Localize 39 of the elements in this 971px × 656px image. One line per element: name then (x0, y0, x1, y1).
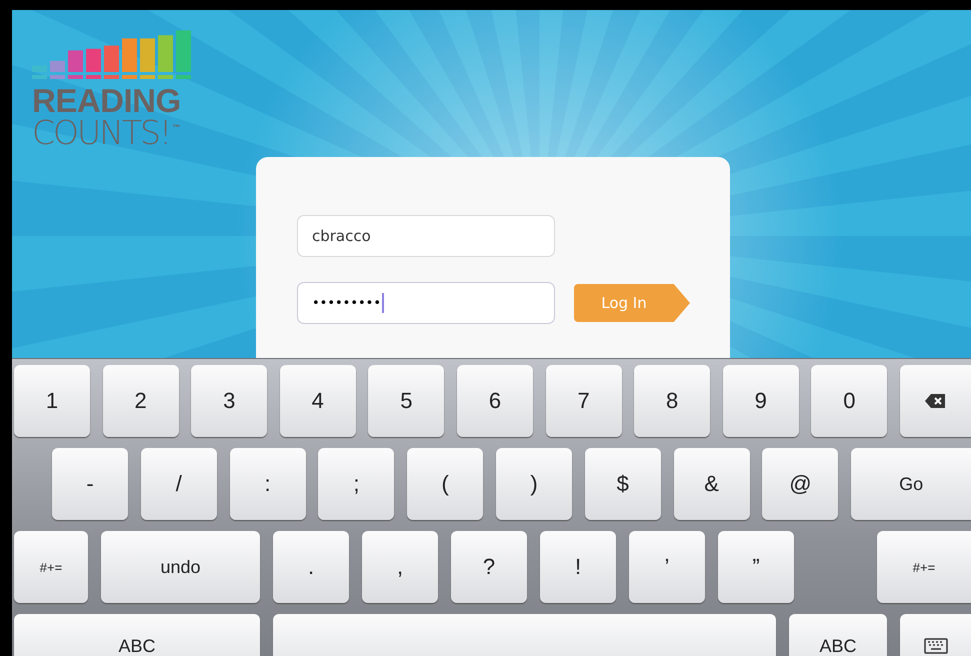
key[interactable]: ) (496, 448, 572, 520)
key[interactable]: @ (762, 448, 838, 520)
undo-key[interactable]: undo (101, 531, 260, 603)
key[interactable]: ! (540, 531, 616, 603)
key[interactable]: - (52, 448, 128, 520)
abc-key[interactable]: ABC (14, 614, 260, 656)
backspace-icon (925, 394, 946, 408)
username-field[interactable]: cbracco (297, 215, 555, 257)
key[interactable]: 9 (722, 365, 799, 437)
delete-key[interactable] (900, 365, 971, 437)
key[interactable]: & (674, 448, 750, 520)
key[interactable]: 6 (456, 365, 533, 437)
key[interactable]: 2 (102, 365, 179, 437)
key[interactable]: , (362, 531, 438, 603)
key[interactable]: $ (584, 448, 661, 520)
key[interactable]: ” (718, 531, 794, 603)
key[interactable]: 7 (546, 365, 622, 437)
key[interactable]: 8 (634, 365, 710, 437)
symbols-key[interactable]: #+= (14, 531, 88, 603)
key[interactable]: : (230, 448, 306, 520)
key[interactable]: 5 (368, 365, 444, 437)
key[interactable]: 3 (191, 365, 268, 437)
key[interactable]: . (273, 531, 349, 603)
keyboard-icon (924, 638, 948, 654)
key[interactable]: / (140, 448, 217, 520)
logo-wordmark: COUNTS! (32, 117, 170, 149)
go-key[interactable]: Go (851, 448, 971, 520)
trademark-mark: ™ (172, 123, 180, 132)
key[interactable]: ; (318, 448, 394, 520)
abc-key[interactable]: ABC (789, 614, 887, 656)
key[interactable]: ’ (629, 531, 705, 603)
key[interactable]: 1 (14, 365, 90, 437)
logo-wordmark: READING (32, 86, 181, 116)
password-field[interactable]: ••••••••• (297, 282, 555, 324)
key[interactable]: ? (451, 531, 527, 603)
symbols-key[interactable]: #+= (877, 531, 971, 603)
key[interactable]: 4 (280, 365, 356, 437)
key[interactable]: 0 (811, 365, 888, 437)
key[interactable]: ( (407, 448, 484, 520)
